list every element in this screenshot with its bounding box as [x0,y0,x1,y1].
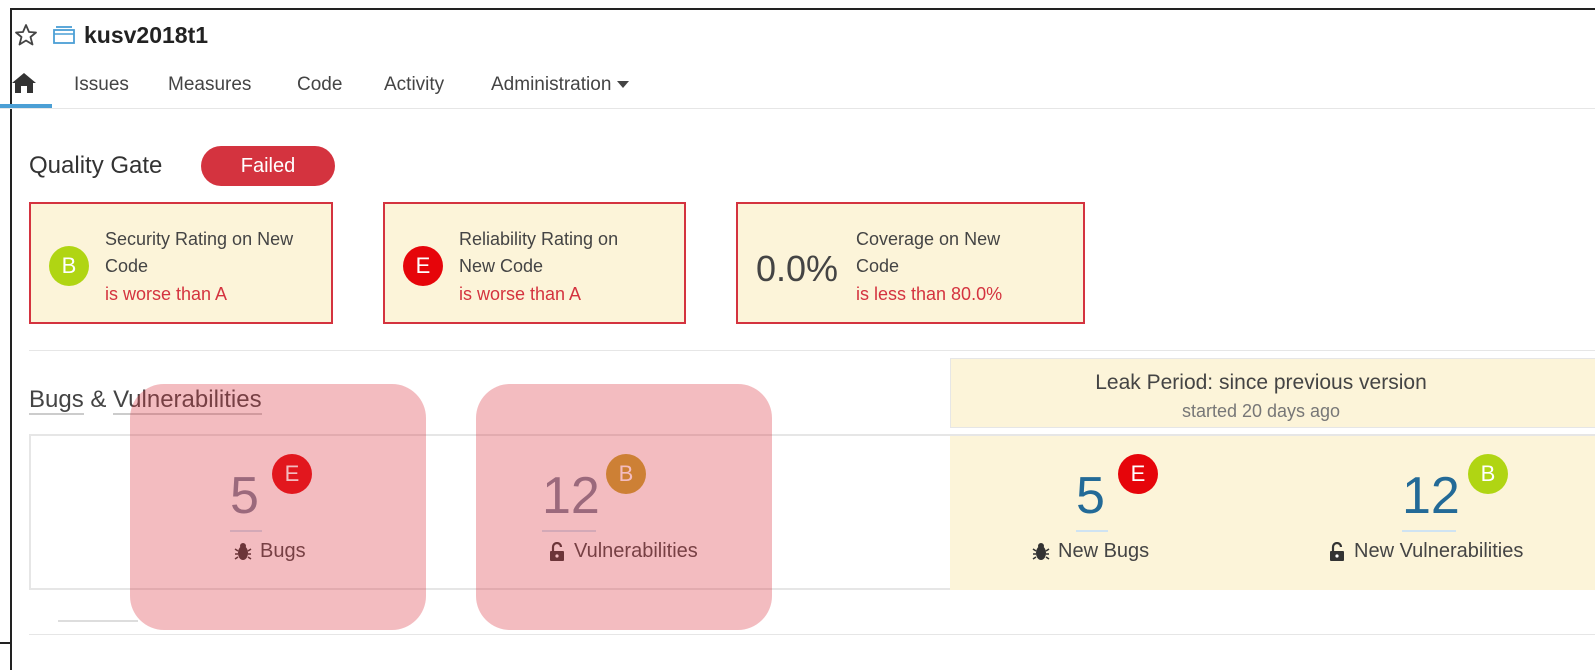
condition-label-line: Reliability Rating on [459,229,619,249]
highlight-overlay-bugs [130,384,426,630]
reliability-rating-badge: E [403,246,443,286]
caret-down-icon [617,81,630,89]
title-ampersand: & [90,386,107,413]
coverage-value: 0.0% [756,248,839,289]
project-icon [53,26,75,44]
condition-label-line: Coverage on New [856,229,1001,249]
nav-code[interactable]: Code [297,74,342,96]
condition-label-line: Security Rating on New [105,229,294,249]
nav-administration-label: Administration [491,74,612,95]
condition-label-line: Code [105,256,149,276]
condition-reliability-rating[interactable]: E Reliability Rating on New Code is wors… [383,202,686,324]
condition-label: Coverage on New Code [856,226,1000,280]
condition-label-line: Code [856,256,900,276]
condition-label-line: New Code [459,256,544,276]
nav-activity[interactable]: Activity [384,74,444,96]
divider [29,350,1595,351]
favorite-star-icon[interactable] [14,23,38,47]
window-edge [0,642,12,644]
nav-measures[interactable]: Measures [168,74,251,96]
leak-period-header: Leak Period: since previous version star… [950,358,1595,428]
condition-label: Reliability Rating on New Code [459,226,618,280]
condition-coverage[interactable]: 0.0% Coverage on New Code is less than 8… [736,202,1085,324]
project-nav: Issues Measures Code Activity Administra… [0,62,1595,109]
value-underline [1402,530,1456,532]
condition-label: Security Rating on New Code [105,226,293,280]
new-bugs-value[interactable]: 5 [1076,470,1105,522]
project-name[interactable]: kusv2018t1 [84,22,208,49]
new-vulnerabilities-label-text: New Vulnerabilities [1354,540,1524,562]
project-header: kusv2018t1 [14,18,208,52]
condition-error: is less than 80.0% [856,284,1003,304]
condition-error: is worse than A [105,284,228,304]
new-bugs-label-text: New Bugs [1058,540,1150,562]
bugs-title-link[interactable]: Bugs [29,386,84,415]
bug-icon [1032,542,1050,560]
new-bugs-label: New Bugs [1032,540,1149,563]
next-section-stub [58,620,138,642]
highlight-overlay-vulnerabilities [476,384,772,630]
condition-security-rating[interactable]: B Security Rating on New Code is worse t… [29,202,333,324]
lock-icon [1330,541,1344,561]
leak-period-subtitle: started 20 days ago [1181,401,1341,421]
new-vulnerabilities-rating-badge[interactable]: B [1468,454,1508,494]
nav-home-tab[interactable] [0,62,52,108]
quality-gate-title: Quality Gate [29,152,163,179]
value-underline [1076,530,1108,532]
leak-period-title: Leak Period: since previous version [1095,371,1427,394]
nav-administration[interactable]: Administration [491,74,630,96]
nav-issues[interactable]: Issues [74,74,129,96]
new-bugs-rating-badge[interactable]: E [1118,454,1158,494]
condition-error: is worse than A [459,284,582,304]
divider [29,634,1595,635]
quality-gate-status-badge: Failed [201,146,335,186]
new-vulnerabilities-label: New Vulnerabilities [1328,540,1523,563]
security-rating-badge: B [49,246,89,286]
new-vulnerabilities-value[interactable]: 12 [1402,470,1460,522]
home-icon [12,73,36,93]
